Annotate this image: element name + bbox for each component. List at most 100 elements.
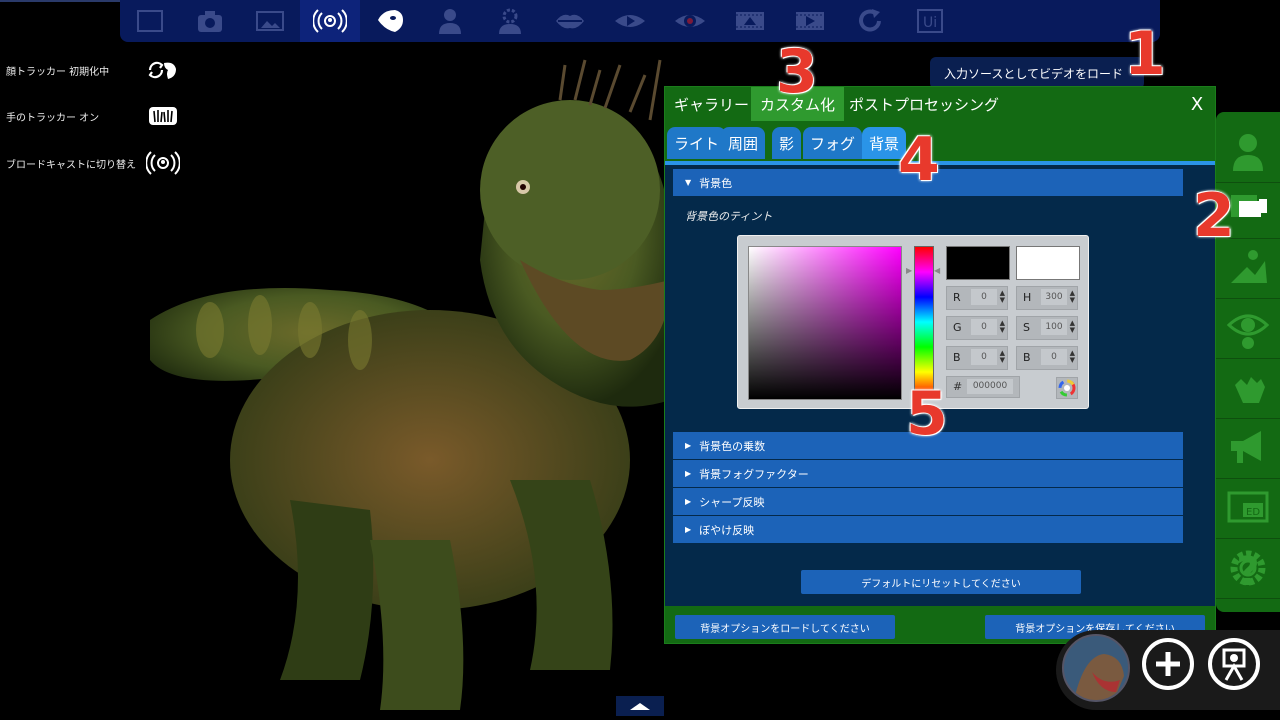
saturation-brightness-area[interactable]: [748, 246, 902, 400]
help-icon[interactable]: ?: [1216, 542, 1280, 602]
section-blur-reflection[interactable]: ▶ ぼやけ反映: [673, 516, 1183, 543]
green-field[interactable]: G 0 ▲ ▼: [946, 316, 1008, 340]
red-field[interactable]: R 0 ▲ ▼: [946, 286, 1008, 310]
panel-header: ギャラリー カスタム化 ポストプロセッシング X: [665, 87, 1215, 121]
tint-label: 背景色のティント: [685, 210, 773, 223]
hand-tracker-label: 手のトラッカー オン: [6, 112, 100, 124]
dinosaur-model: [150, 59, 670, 710]
video-ed-button[interactable]: ED: [1216, 478, 1280, 539]
hand-tracker-toggle[interactable]: 手のトラッカー オン: [6, 102, 180, 130]
toolbar-eye-play-button[interactable]: [600, 0, 660, 42]
toolbar-refresh-button[interactable]: [840, 0, 900, 42]
section-title: ぼやけ反映: [699, 523, 755, 537]
customize-panel: ギャラリー カスタム化 ポストプロセッシング X ライト 周囲 影 フォグ 背景…: [664, 86, 1216, 644]
hands-icon[interactable]: [146, 104, 180, 128]
expand-up-button[interactable]: [616, 696, 664, 716]
section-title: 背景色: [699, 176, 733, 190]
person-icon: [439, 9, 461, 34]
brightness-field[interactable]: B 0 ▲ ▼: [1016, 346, 1078, 370]
annotation-4: 4: [898, 125, 940, 195]
eye-tracking-button[interactable]: [1216, 298, 1280, 359]
eye-tracking-icon: [1226, 314, 1270, 349]
toolbar-film-up-button[interactable]: [720, 0, 780, 42]
avatar-icon: [1233, 134, 1263, 171]
fullscreen-icon: [137, 10, 163, 32]
section-sharp-reflection[interactable]: ▶ シャープ反映: [673, 488, 1183, 515]
eye-record-icon: [675, 15, 705, 27]
eye-play-icon: [615, 15, 645, 27]
toolbar-picture-frame-button[interactable]: [240, 0, 300, 42]
face-tracker-toggle[interactable]: 顔トラッカー 初期化中: [6, 56, 180, 84]
toolbar-film-play-button[interactable]: [780, 0, 840, 42]
toolbar-lips-button[interactable]: [540, 0, 600, 42]
tab-shadow[interactable]: 影: [772, 127, 802, 159]
hue-pointer-left-icon: ▶: [906, 266, 913, 275]
section-title: シャープ反映: [699, 495, 765, 509]
caret-right-icon: ▶: [685, 497, 692, 506]
3d-viewport[interactable]: [130, 40, 690, 720]
sub-tab-bar: ライト 周囲 影 フォグ 背景: [665, 121, 1215, 161]
sub-tab-underline: [665, 161, 1215, 165]
annotation-1: 1: [1124, 19, 1166, 89]
tab-ambient[interactable]: 周囲: [721, 127, 766, 159]
load-background-options-button[interactable]: 背景オプションをロードしてください: [675, 615, 895, 639]
saturation-field[interactable]: S 100 ▲ ▼: [1016, 316, 1078, 340]
broadcast-icon: [313, 9, 347, 33]
picture-frame-icon: [256, 11, 284, 31]
face-tracker-icon[interactable]: [146, 58, 180, 82]
hue-field[interactable]: H 300 ▲ ▼: [1016, 286, 1078, 310]
reset-default-button[interactable]: デフォルトにリセットしてください: [801, 570, 1081, 594]
svg-text:Ui: Ui: [923, 15, 937, 31]
tab-fog[interactable]: フォグ: [803, 127, 863, 159]
top-toolbar: Ui: [120, 0, 1160, 42]
caret-right-icon: ▶: [685, 469, 692, 478]
tab-light[interactable]: ライト: [667, 127, 727, 159]
broadcast-label: ブロードキャストに切り替え: [6, 159, 136, 171]
blue-field[interactable]: B 0 ▲ ▼: [946, 346, 1008, 370]
previous-color-swatch[interactable]: [1016, 246, 1080, 280]
hex-field[interactable]: #000000: [946, 376, 1020, 398]
camera-icon: [198, 11, 222, 32]
toolbar-camera-button[interactable]: [180, 0, 240, 42]
camera-record-icon[interactable]: [1206, 636, 1262, 692]
video-ed-icon: ED: [1227, 491, 1269, 523]
film-up-icon: [736, 12, 764, 30]
face-tracker-label: 顔トラッカー 初期化中: [6, 66, 110, 78]
annotation-3: 3: [776, 37, 818, 107]
current-color-swatch: [946, 246, 1010, 280]
broadcast-icon[interactable]: [146, 151, 180, 175]
hue-pointer-right-icon: ◀: [934, 266, 941, 275]
broadcast-toggle[interactable]: ブロードキャストに切り替え: [6, 149, 180, 177]
refresh-icon: [859, 9, 881, 32]
megaphone-button[interactable]: [1216, 418, 1280, 479]
person-gear-icon: [499, 8, 521, 34]
avatar-button[interactable]: [1216, 122, 1280, 183]
hand-button[interactable]: [1216, 358, 1280, 419]
toolbar-face-mask-button[interactable]: [360, 0, 420, 42]
tab-gallery[interactable]: ギャラリー: [665, 87, 758, 121]
caret-right-icon: ▶: [685, 525, 692, 534]
pose-icon: [1231, 250, 1267, 283]
annotation-2: 2: [1193, 181, 1235, 251]
video-ed-text: ED: [1246, 507, 1260, 518]
toolbar-person-button[interactable]: [420, 0, 480, 42]
annotation-5: 5: [906, 379, 948, 449]
toolbar-ui-button[interactable]: Ui: [900, 0, 960, 42]
tab-post-processing[interactable]: ポストプロセッシング: [840, 87, 1008, 121]
section-background-fog-factor[interactable]: ▶ 背景フォグファクター: [673, 460, 1183, 487]
bottom-right-controls: [1056, 625, 1280, 720]
hand-icon: [1235, 377, 1265, 403]
toolbar-eye-record-button[interactable]: [660, 0, 720, 42]
color-wheel-icon[interactable]: [1056, 377, 1078, 399]
section-title: 背景色の乗数: [699, 439, 766, 453]
toolbar-fullscreen-button[interactable]: [120, 0, 180, 42]
close-button[interactable]: X: [1183, 89, 1211, 119]
character-thumbnail[interactable]: [1062, 634, 1130, 702]
lips-icon: [556, 14, 584, 29]
add-icon[interactable]: [1140, 636, 1196, 692]
toolbar-person-gear-button[interactable]: [480, 0, 540, 42]
caret-up-icon: [630, 703, 650, 710]
hue-slider[interactable]: [914, 246, 934, 398]
section-title: 背景フォグファクター: [699, 467, 809, 481]
toolbar-broadcast-button[interactable]: [300, 0, 360, 42]
